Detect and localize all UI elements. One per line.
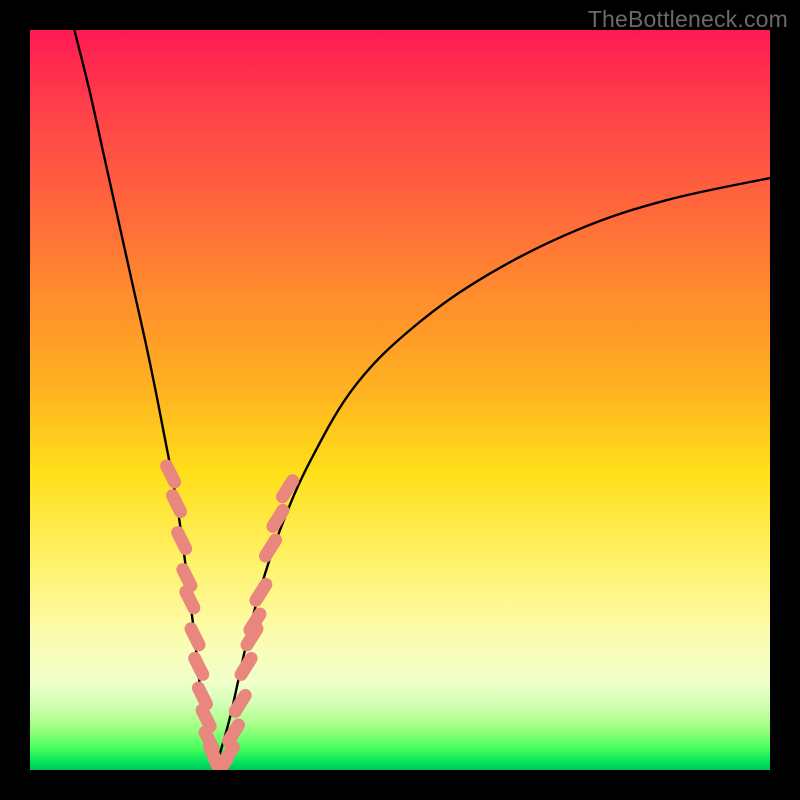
data-marker [283,481,293,497]
data-marker [173,496,181,512]
curve-layer [74,30,770,770]
curve-right_branch [215,178,770,770]
data-marker [202,710,210,726]
chart-frame: TheBottleneck.com [0,0,800,800]
data-marker [183,570,191,586]
data-marker [167,466,175,482]
data-marker [250,614,260,630]
data-marker [198,688,206,704]
data-marker [186,592,194,608]
plot-area [30,30,770,770]
watermark-text: TheBottleneck.com [588,6,788,33]
marker-layer [167,466,293,770]
data-marker [229,725,239,741]
data-marker [178,533,186,549]
chart-svg [30,30,770,770]
data-marker [241,658,251,674]
data-marker [223,747,233,763]
data-marker [266,540,276,556]
data-marker [273,510,283,526]
data-marker [235,695,245,711]
data-marker [191,629,199,645]
data-marker [256,584,266,600]
data-marker [195,658,203,674]
